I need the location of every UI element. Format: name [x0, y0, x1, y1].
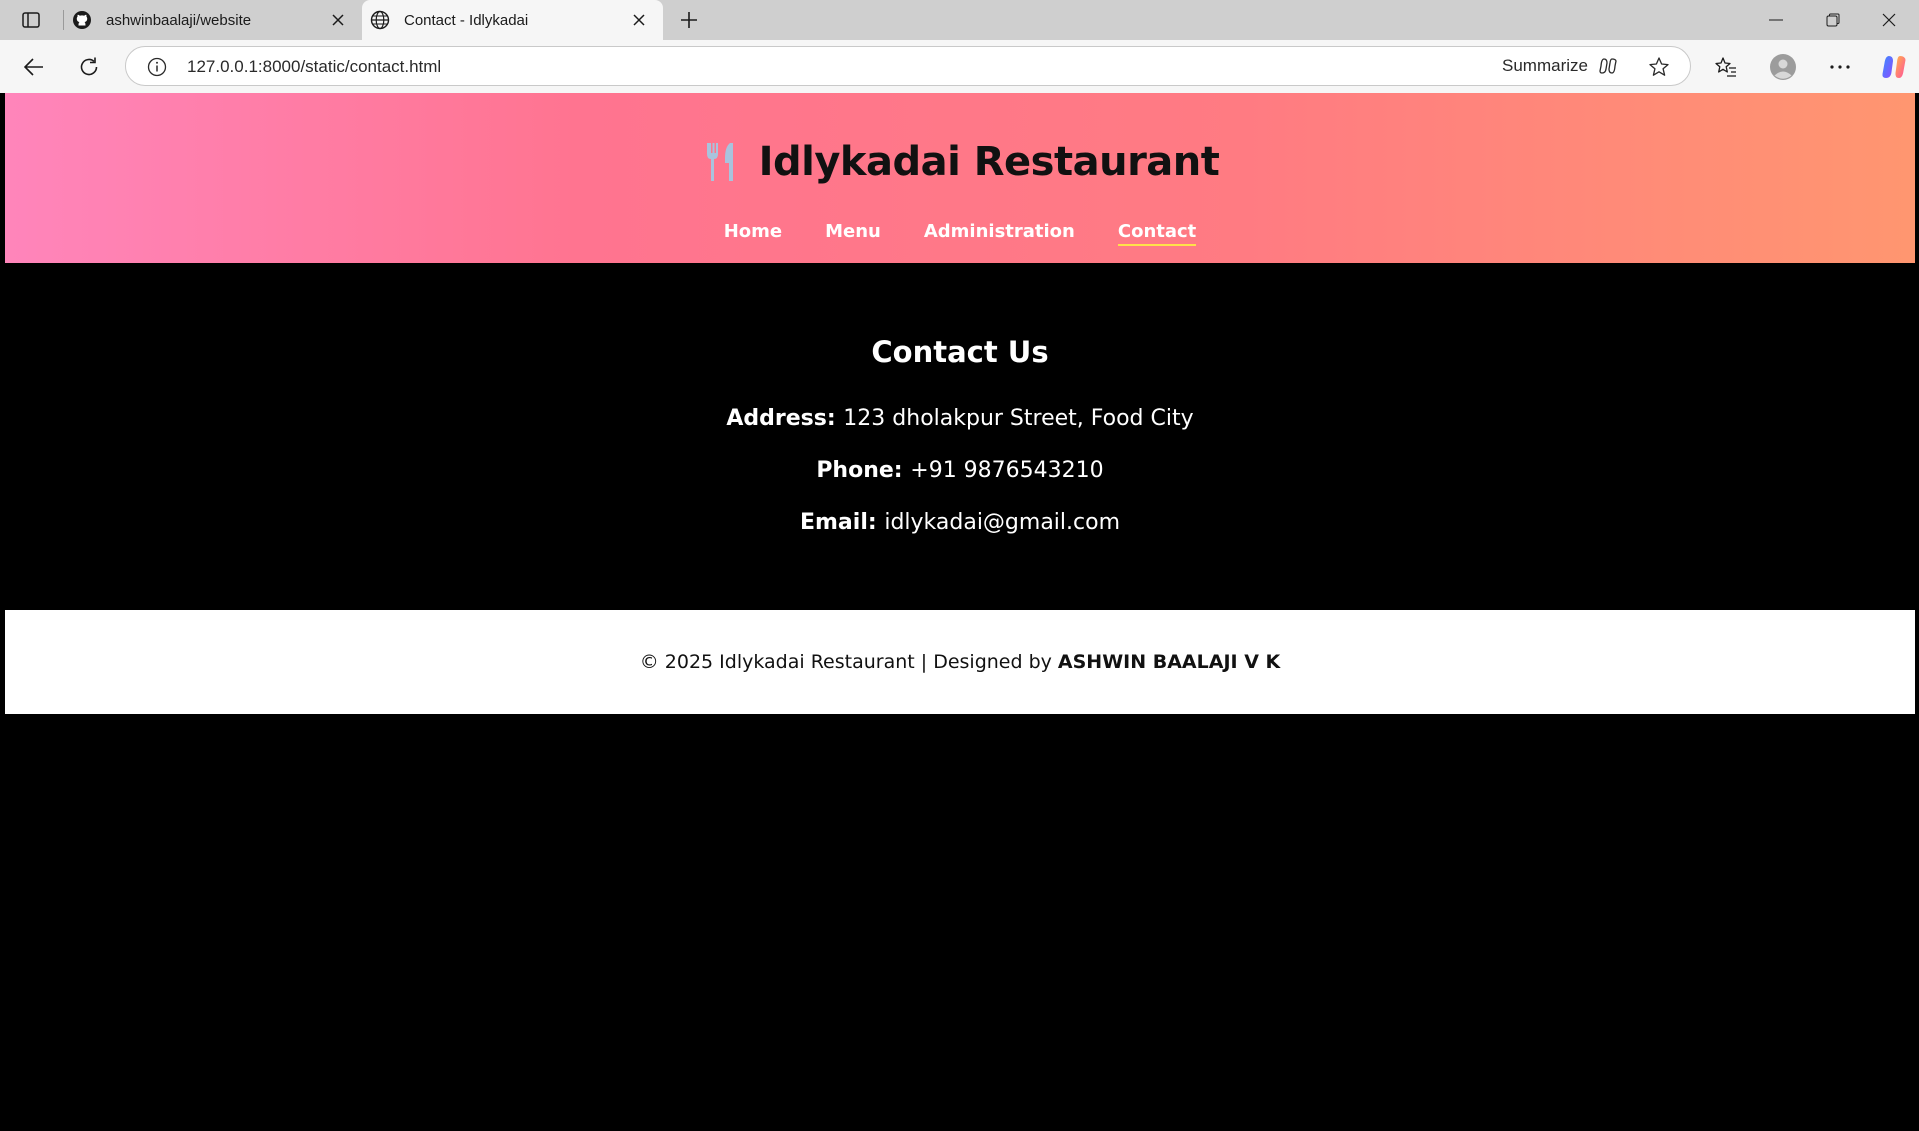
tab-title: Contact - Idlykadai — [404, 11, 529, 29]
plus-icon — [681, 12, 697, 28]
contact-heading: Contact Us — [871, 335, 1049, 369]
more-options-button[interactable] — [1823, 50, 1857, 84]
browser-tab-strip: ashwinbaalaji/website Contact - Idlykada… — [0, 0, 1919, 40]
favorite-star-icon[interactable] — [1647, 55, 1671, 79]
favorites-button[interactable] — [1709, 50, 1743, 84]
ellipsis-icon — [1830, 65, 1850, 69]
nav-link-menu[interactable]: Menu — [825, 221, 881, 246]
nav-link-administration[interactable]: Administration — [924, 221, 1075, 246]
nav-link-home[interactable]: Home — [724, 221, 782, 246]
close-icon[interactable] — [326, 8, 350, 32]
github-icon — [72, 10, 92, 30]
footer-author: ASHWIN BAALAJI V K — [1057, 651, 1281, 673]
sidebar-icon — [22, 12, 40, 28]
copilot-summarize-icon — [1599, 58, 1617, 74]
url-text[interactable]: 127.0.0.1:8000/static/contact.html — [187, 57, 441, 77]
contact-email: Email: idlykadai@gmail.com — [5, 510, 1915, 535]
tab-title: ashwinbaalaji/website — [106, 11, 252, 29]
favorites-icon — [1715, 57, 1736, 77]
tab-actions-button[interactable] — [14, 8, 48, 32]
address-bar[interactable]: 127.0.0.1:8000/static/contact.html Summa… — [125, 46, 1691, 86]
site-footer: © 2025 Idlykadai Restaurant | Designed b… — [5, 610, 1915, 714]
address-value: 123 dholakpur Street, Food City — [843, 406, 1194, 431]
address-label: Address: — [726, 406, 844, 431]
tab-contact[interactable]: Contact - Idlykadai — [362, 0, 663, 40]
brand-name: Idlykadai Restaurant — [758, 139, 1220, 185]
footer-copyright: © 2025 Idlykadai Restaurant | Designed b… — [639, 651, 1052, 673]
phone-label: Phone: — [816, 458, 911, 483]
back-arrow-icon — [24, 58, 43, 76]
minimize-button[interactable] — [1753, 4, 1799, 36]
contact-address: Address: 123 dholakpur Street, Food City — [5, 406, 1915, 431]
phone-value: +91 9876543210 — [910, 458, 1104, 483]
minimize-icon — [1769, 19, 1783, 21]
site-header: Idlykadai Restaurant Home Menu Administr… — [5, 93, 1915, 263]
restore-button[interactable] — [1810, 4, 1856, 36]
avatar-icon — [1770, 54, 1796, 80]
close-icon[interactable] — [627, 8, 651, 32]
info-icon[interactable] — [146, 56, 168, 78]
page-viewport: Idlykadai Restaurant Home Menu Administr… — [5, 93, 1915, 1131]
new-tab-button[interactable] — [674, 6, 704, 34]
close-window-button[interactable] — [1866, 4, 1912, 36]
copilot-button[interactable] — [1877, 50, 1911, 84]
globe-icon — [370, 10, 390, 30]
fork-knife-icon — [701, 140, 741, 184]
contact-phone: Phone: +91 9876543210 — [5, 458, 1915, 483]
brand: Idlykadai Restaurant — [5, 139, 1915, 185]
close-icon — [1882, 13, 1896, 27]
refresh-icon — [80, 57, 98, 76]
refresh-button[interactable] — [72, 50, 106, 84]
summarize-label: Summarize — [1502, 56, 1588, 75]
main-nav: Home Menu Administration Contact — [5, 221, 1915, 246]
copilot-icon — [1882, 56, 1906, 78]
browser-toolbar: 127.0.0.1:8000/static/contact.html Summa… — [0, 40, 1919, 93]
email-value: idlykadai@gmail.com — [884, 510, 1121, 535]
tab-github[interactable]: ashwinbaalaji/website — [64, 0, 362, 40]
profile-button[interactable] — [1766, 50, 1800, 84]
back-button[interactable] — [17, 50, 51, 84]
summarize-button[interactable]: Summarize — [1502, 56, 1618, 76]
restore-icon — [1826, 13, 1840, 27]
nav-link-contact[interactable]: Contact — [1117, 221, 1197, 246]
email-label: Email: — [799, 510, 885, 535]
contact-section: Contact Us Address: 123 dholakpur Street… — [5, 263, 1915, 610]
